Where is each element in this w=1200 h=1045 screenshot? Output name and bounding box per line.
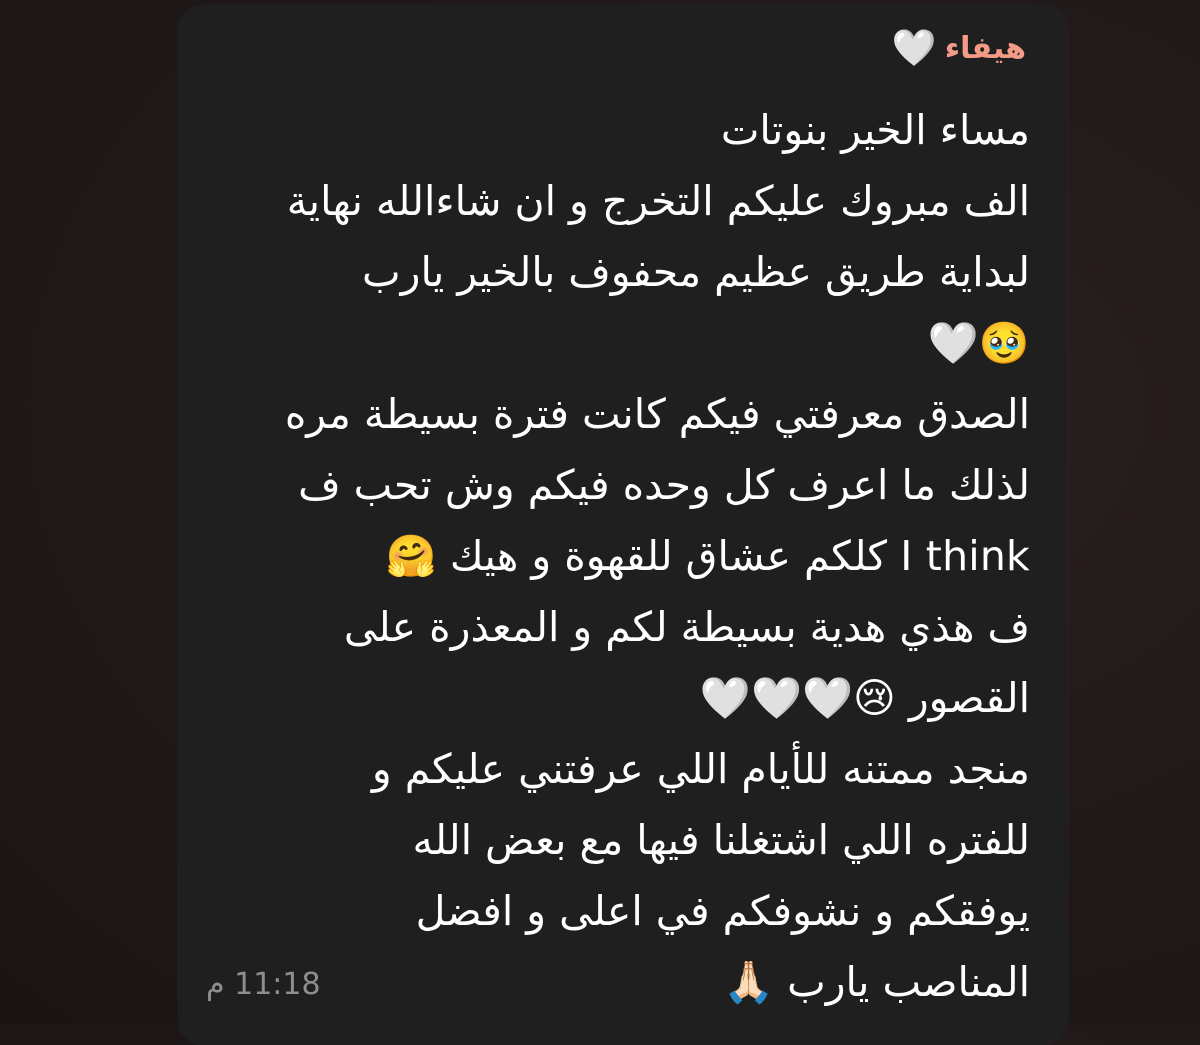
message-line: I think كلكم عشاق للقهوة و هيك 🤗 — [385, 532, 1030, 580]
message-timestamp: 11:18 م — [206, 967, 321, 1002]
message-text: مساء الخير بنوتات الف مبروك عليكم التخرج… — [190, 95, 1030, 1018]
sender-header[interactable]: هيفاء 🤍 — [892, 19, 1026, 79]
message-line: الصدق معرفتي فيكم كانت فترة بسيطة مره — [284, 390, 1030, 438]
message-line: يوفقكم و نشوفكم في اعلى و افضل — [415, 887, 1030, 935]
message-line: القصور 😢🤍🤍🤍 — [699, 674, 1030, 722]
message-line: الف مبروك عليكم التخرج و ان شاءالله نهاي… — [286, 177, 1030, 225]
message-line: ف هذي هدية بسيطة لكم و المعذرة على — [343, 603, 1030, 651]
message-line: منجد ممتنه للأيام اللي عرفتني عليكم و — [371, 745, 1030, 793]
message-bubble[interactable]: هيفاء 🤍 مساء الخير بنوتات الف مبروك عليك… — [178, 5, 1068, 1045]
message-line: لبداية طريق عظيم محفوف بالخير يارب — [362, 248, 1030, 296]
heart-white-icon: 🤍 — [891, 28, 937, 69]
message-line: 🥹🤍 — [927, 319, 1030, 367]
message-line: لذلك ما اعرف كل وحده فيكم وش تحب ف — [298, 461, 1030, 509]
sender-name[interactable]: هيفاء — [945, 19, 1026, 79]
message-line: مساء الخير بنوتات — [720, 106, 1030, 154]
message-line: للفتره اللي اشتغلنا فيها مع بعض الله — [412, 816, 1030, 864]
